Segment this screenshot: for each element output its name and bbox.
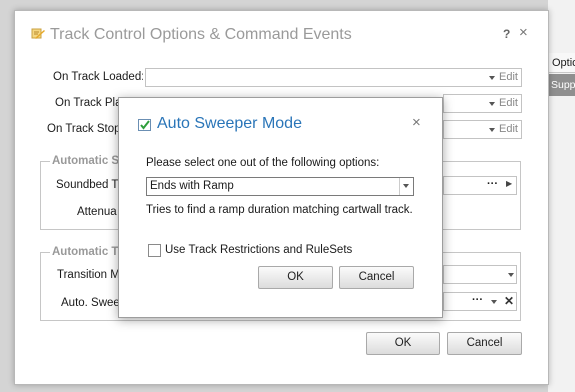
main-close-icon[interactable]: × <box>519 24 528 41</box>
automatic-transition-group-title: Automatic T <box>50 246 118 258</box>
chevron-down-icon[interactable] <box>489 76 495 80</box>
on-track-stop-label: On Track Stopp <box>47 123 118 135</box>
more-options-icon[interactable]: ··· <box>487 178 498 190</box>
sweeper-mode-selected-value: Ends with Ramp <box>150 180 234 192</box>
auto-sweeper-field[interactable]: ··· ✕ <box>443 292 517 311</box>
transition-mode-select[interactable] <box>443 265 517 284</box>
background-options-tab[interactable]: Optio <box>549 53 575 73</box>
help-icon[interactable]: ? <box>503 27 510 41</box>
use-track-restrictions-checkbox[interactable] <box>148 244 161 257</box>
main-cancel-button[interactable]: Cancel <box>447 332 522 355</box>
track-options-icon <box>31 28 45 39</box>
main-dialog-title: Track Control Options & Command Events <box>50 26 352 43</box>
modal-cancel-button[interactable]: Cancel <box>339 266 414 289</box>
chevron-down-icon[interactable] <box>403 184 409 188</box>
main-ok-button[interactable]: OK <box>366 332 440 355</box>
clear-icon[interactable]: ✕ <box>504 294 514 308</box>
chevron-down-icon[interactable] <box>489 128 495 132</box>
soundbed-track-label: Soundbed Tr <box>56 179 118 191</box>
mode-description: Tries to find a ramp duration matching c… <box>146 204 413 216</box>
on-track-loaded-field[interactable]: Edit <box>145 68 522 87</box>
chevron-down-icon[interactable] <box>508 273 514 277</box>
background-support-cell[interactable]: Supp <box>549 74 575 96</box>
use-track-restrictions-label[interactable]: Use Track Restrictions and RuleSets <box>165 244 365 256</box>
checklist-icon <box>138 119 151 131</box>
play-icon[interactable]: ▶ <box>506 179 512 188</box>
select-divider <box>399 178 400 195</box>
on-track-play-label: On Track Play <box>55 97 118 109</box>
on-track-play-edit-link[interactable]: Edit <box>499 97 518 109</box>
chevron-down-icon[interactable] <box>491 300 497 304</box>
on-track-play-field[interactable]: Edit <box>443 94 522 113</box>
soundbed-track-field[interactable]: ··· ▶ <box>443 176 517 195</box>
modal-close-icon[interactable]: × <box>412 114 421 131</box>
on-track-stop-field[interactable]: Edit <box>443 120 522 139</box>
modal-ok-button[interactable]: OK <box>258 266 333 289</box>
chevron-down-icon[interactable] <box>489 102 495 106</box>
attenuation-label: Attenua <box>77 206 117 218</box>
on-track-stop-edit-link[interactable]: Edit <box>499 123 518 135</box>
on-track-loaded-label: On Track Loaded: <box>53 71 143 83</box>
transition-mode-label: Transition Mo <box>57 269 118 281</box>
auto-sweeper-label: Auto. Swee <box>61 297 118 309</box>
on-track-loaded-edit-link[interactable]: Edit <box>499 71 518 83</box>
modal-prompt: Please select one out of the following o… <box>146 157 380 169</box>
automatic-soundbed-group-title: Automatic S <box>50 155 118 167</box>
modal-title: Auto Sweeper Mode <box>157 115 302 132</box>
more-options-icon[interactable]: ··· <box>472 294 483 306</box>
